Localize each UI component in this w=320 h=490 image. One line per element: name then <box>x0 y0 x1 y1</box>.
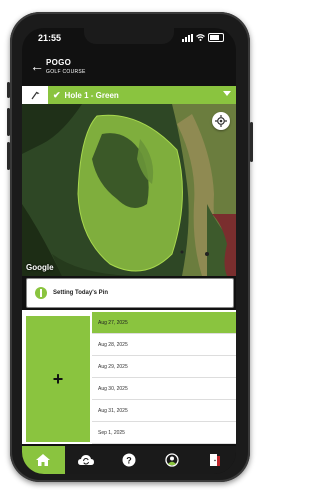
tab-account[interactable] <box>150 446 193 474</box>
notch <box>84 28 174 44</box>
app-screen: 21:55 ← POGO GOLF COURSE ✔ Hole 1 - Gree… <box>22 28 236 474</box>
mute-switch <box>7 82 10 98</box>
date-label: Aug 29, 2025 <box>98 363 128 370</box>
date-label: Aug 27, 2025 <box>98 319 128 326</box>
date-label: Aug 28, 2025 <box>98 341 128 348</box>
date-row[interactable]: Aug 30, 2025 <box>92 378 236 400</box>
signal-icon <box>182 33 193 42</box>
hole-dropdown-label: Hole 1 - Green <box>64 90 119 100</box>
date-row[interactable]: Aug 31, 2025 <box>92 400 236 422</box>
date-list: Aug 27, 2025 Aug 28, 2025 Aug 29, 2025 A… <box>92 312 236 444</box>
status-time: 21:55 <box>38 33 62 43</box>
pin-schedule: + Aug 27, 2025 Aug 28, 2025 Aug 29, 2025… <box>22 310 236 444</box>
date-label: Aug 30, 2025 <box>98 385 128 392</box>
app-header: ← POGO GOLF COURSE <box>22 50 236 86</box>
bottom-tab-bar: ? <box>22 446 236 474</box>
tab-help[interactable]: ? <box>108 446 151 474</box>
pin-setting-card[interactable]: Setting Today's Pin <box>26 278 234 308</box>
check-icon: ✔ <box>53 89 61 100</box>
google-attribution: Google <box>26 263 54 272</box>
cloud-sync-icon <box>78 455 95 465</box>
date-row[interactable]: Sep 1, 2025 <box>92 422 236 444</box>
status-icons <box>182 33 224 42</box>
logout-icon <box>209 454 220 466</box>
tab-logout[interactable] <box>193 446 236 474</box>
hole-bar: ✔ Hole 1 - Green <box>22 86 236 104</box>
wifi-icon <box>196 34 205 41</box>
flag-icon[interactable] <box>22 86 48 104</box>
back-arrow-icon[interactable]: ← <box>30 58 44 74</box>
date-row[interactable]: Aug 29, 2025 <box>92 356 236 378</box>
locate-icon[interactable] <box>212 112 230 130</box>
course-title: POGO <box>46 58 72 67</box>
pin-card-label: Setting Today's Pin <box>53 290 108 296</box>
date-label: Aug 31, 2025 <box>98 407 128 414</box>
map-imagery <box>22 104 236 276</box>
battery-icon <box>208 33 224 42</box>
volume-up-button <box>7 108 10 136</box>
date-row[interactable]: Aug 28, 2025 <box>92 334 236 356</box>
tab-sync[interactable] <box>65 446 108 474</box>
home-icon <box>36 454 51 466</box>
tab-home[interactable] <box>22 446 65 474</box>
pin-flag-icon <box>35 287 47 299</box>
add-pin-button[interactable]: + <box>26 316 90 442</box>
course-subtitle: GOLF COURSE <box>46 69 86 75</box>
help-icon: ? <box>122 453 136 467</box>
phone-frame: 21:55 ← POGO GOLF COURSE ✔ Hole 1 - Gree… <box>7 12 253 482</box>
power-button <box>250 122 253 162</box>
chevron-down-icon <box>223 91 231 96</box>
svg-text:?: ? <box>126 455 132 465</box>
hole-dropdown[interactable]: ✔ Hole 1 - Green <box>48 86 236 104</box>
date-row[interactable]: Aug 27, 2025 <box>92 312 236 334</box>
satellite-map[interactable]: Google <box>22 104 236 276</box>
volume-down-button <box>7 142 10 170</box>
status-bar: 21:55 <box>22 28 236 48</box>
date-label: Sep 1, 2025 <box>98 429 125 436</box>
account-icon <box>165 453 179 467</box>
